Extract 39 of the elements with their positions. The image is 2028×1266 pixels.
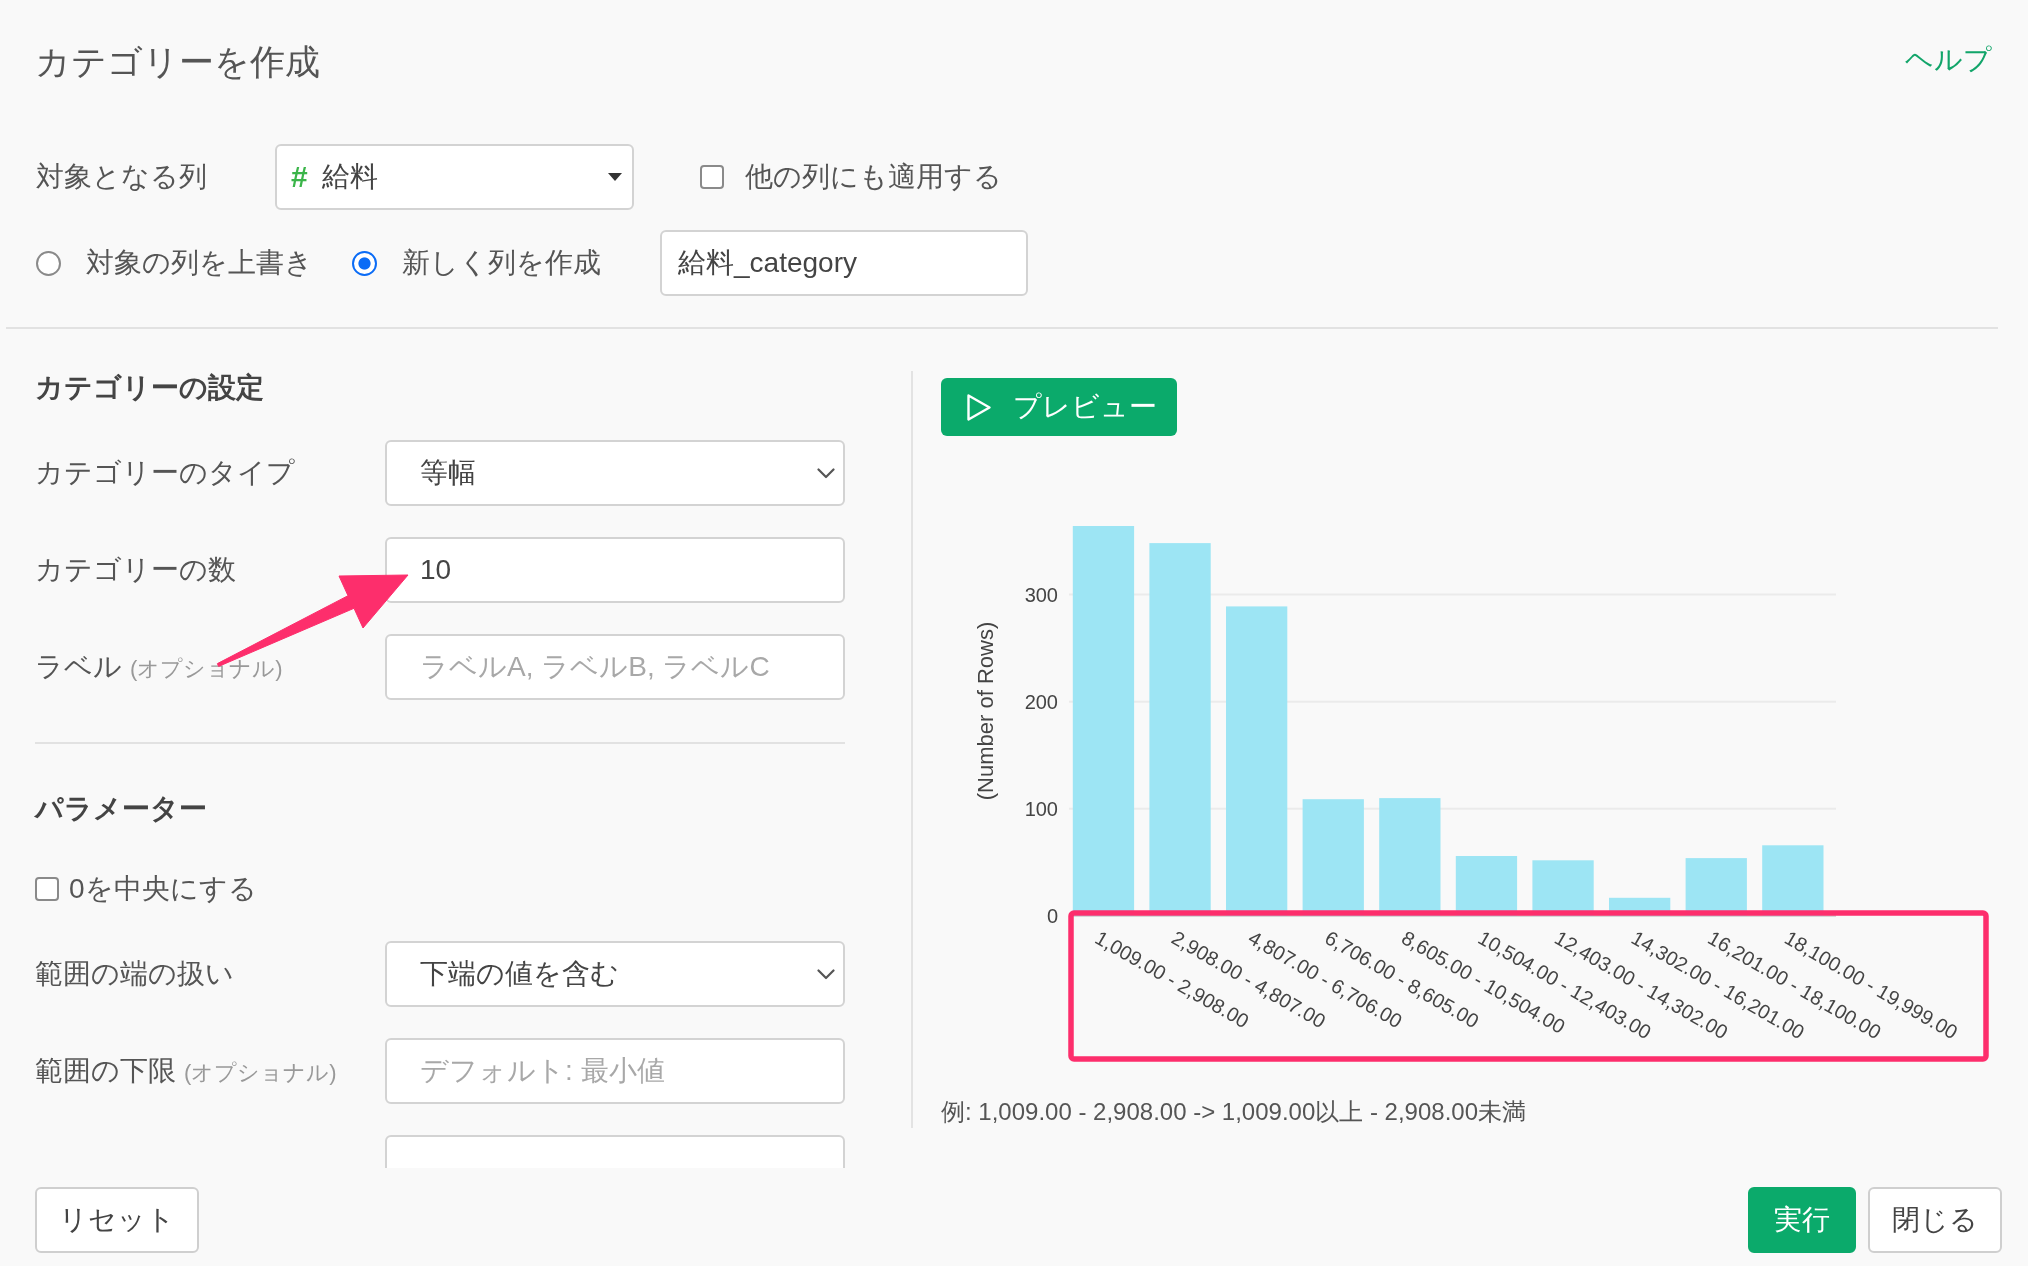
input-field[interactable]: 10 xyxy=(385,537,845,603)
optional-note: (オプショナル) xyxy=(130,655,283,683)
chevron-down-icon xyxy=(817,467,835,479)
field-label: 範囲の下限 xyxy=(35,1054,176,1088)
checkbox-label: 0を中央にする xyxy=(69,872,257,906)
dropdown[interactable]: 下端の値を含む xyxy=(385,941,845,1007)
radio-button[interactable] xyxy=(352,250,377,276)
reset-button[interactable]: リセット xyxy=(35,1187,199,1253)
field-label: 範囲の端の扱い xyxy=(35,957,234,991)
checkbox-label: 他の列にも適用する xyxy=(745,160,1002,194)
axis-title: (Number of Rows) xyxy=(973,621,998,801)
caret-down-icon xyxy=(608,173,622,181)
y-tick-label: 0 xyxy=(1046,905,1058,927)
radio-button[interactable] xyxy=(36,250,61,276)
field-label: 対象となる列 xyxy=(36,160,208,194)
chevron-down-icon xyxy=(817,968,835,980)
number-type-icon: # xyxy=(291,160,308,194)
field-label: カテゴリーのタイプ xyxy=(35,456,295,490)
input-field[interactable]: ラベルA, ラベルB, ラベルC xyxy=(385,634,845,700)
checkbox[interactable] xyxy=(700,165,724,189)
field-label: ラベル xyxy=(35,650,122,684)
y-tick-label: 300 xyxy=(1024,583,1058,606)
optional-note: (オプショナル) xyxy=(184,1059,337,1087)
radio-label: 対象の列を上書き xyxy=(86,246,313,280)
example-note: 例: 1,009.00 - 2,908.00 -> 1,009.00以上 - 2,908.00未満 xyxy=(941,1097,1528,1127)
y-tick-label: 200 xyxy=(1024,690,1058,713)
input-field[interactable]: 給料_category xyxy=(660,230,1028,296)
field-label: カテゴリーの数 xyxy=(35,553,236,587)
column-dropdown[interactable]: # 給料 xyxy=(275,144,634,210)
dropdown[interactable]: 等幅 xyxy=(385,440,845,506)
play-icon xyxy=(967,393,991,421)
input-field[interactable]: デフォルト: 最小値 xyxy=(385,1038,845,1104)
checkbox[interactable] xyxy=(35,877,59,901)
radio-label: 新しく列を作成 xyxy=(402,246,601,280)
dialog-title: カテゴリーを作成 xyxy=(35,41,320,83)
section-heading: パラメーター xyxy=(35,792,208,826)
y-tick-label: 100 xyxy=(1024,797,1058,820)
close-button[interactable]: 閉じる xyxy=(1868,1187,2002,1253)
section-heading: カテゴリーの設定 xyxy=(35,371,265,405)
